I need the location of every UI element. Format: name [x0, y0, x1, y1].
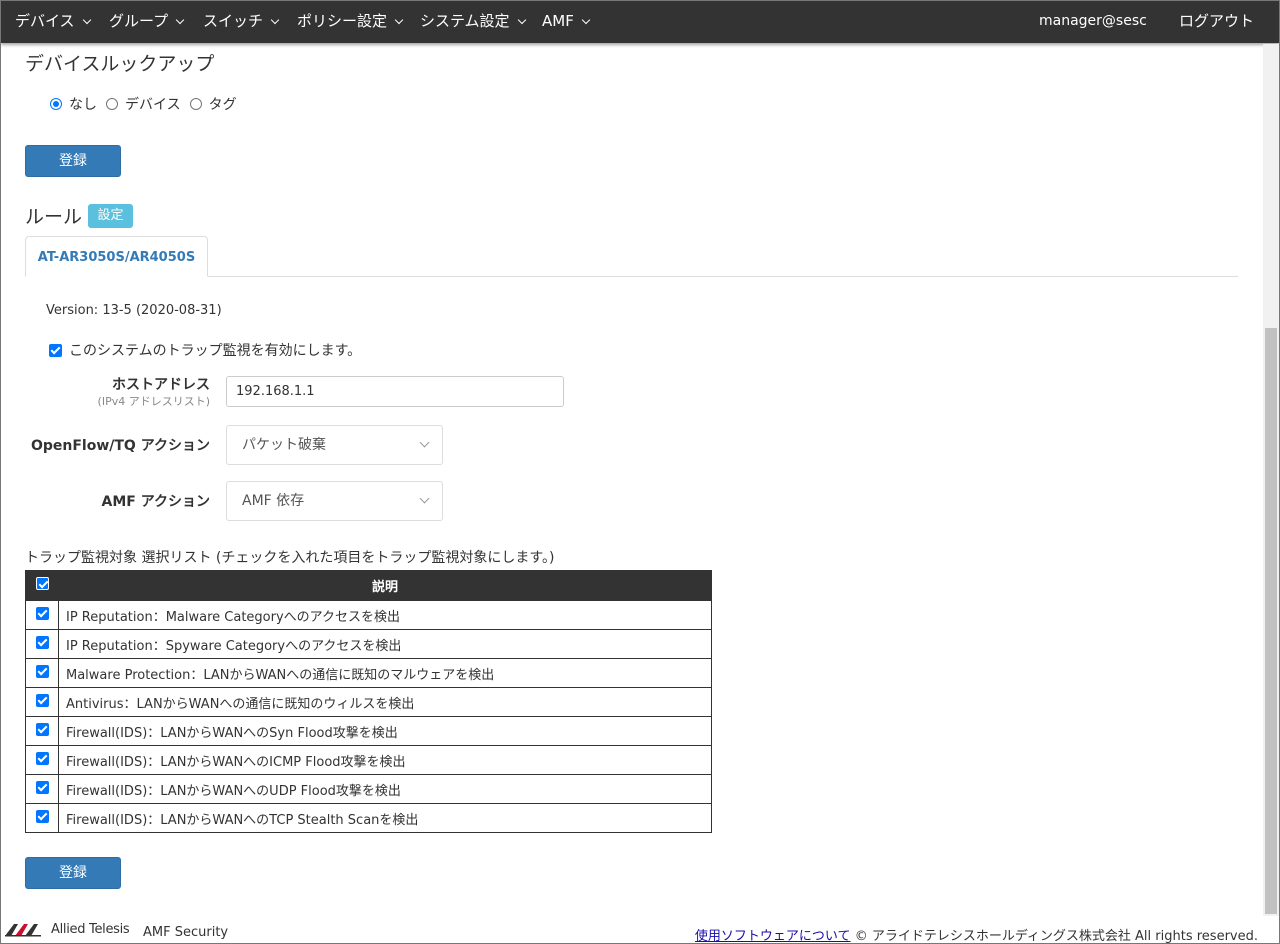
- chevron-down-icon: [82, 15, 91, 25]
- nav-user[interactable]: manager@sesc: [1039, 1, 1147, 43]
- row-checkbox[interactable]: [35, 809, 49, 823]
- trap-target-table: 説明 IP Reputation：Malware Categoryへのアクセスを…: [25, 570, 712, 833]
- row-checkbox-cell: [25, 687, 59, 717]
- row-description: IP Reputation：Malware Categoryへのアクセスを検出: [58, 600, 712, 630]
- scrollbar-thumb[interactable]: [1265, 328, 1277, 914]
- row-checkbox-cell: [25, 600, 59, 630]
- row-description: Firewall(IDS)：LANからWANへのSyn Flood攻撃を検出: [58, 716, 712, 746]
- row-description: IP Reputation：Spyware Categoryへのアクセスを検出: [58, 629, 712, 659]
- lookup-register-button[interactable]: 登録: [25, 145, 121, 177]
- enable-trap-label[interactable]: このシステムのトラップ監視を有効にします。: [69, 340, 361, 360]
- row-checkbox[interactable]: [35, 751, 49, 765]
- chevron-down-icon: [419, 437, 430, 448]
- nav-groups[interactable]: グループ: [109, 1, 185, 43]
- table-row: Malware Protection：LANからWANへの通信に既知のマルウェア…: [25, 658, 712, 688]
- select-all-checkbox[interactable]: [35, 577, 49, 590]
- description-header: 説明: [58, 570, 712, 601]
- row-checkbox-cell: [25, 658, 59, 688]
- row-description: Firewall(IDS)：LANからWANへのICMP Flood攻撃を検出: [58, 745, 712, 775]
- allied-telesis-logo-icon: [5, 923, 41, 936]
- chevron-down-icon: [419, 493, 430, 504]
- logout-link[interactable]: ログアウト: [1179, 1, 1254, 43]
- row-description: Firewall(IDS)：LANからWANへのTCP Stealth Scan…: [58, 803, 712, 833]
- rules-title: ルール: [25, 206, 83, 228]
- copyright-text: © アライドテレシスホールディングス株式会社 All rights reserv…: [854, 929, 1258, 944]
- radio-tag-label[interactable]: タグ: [209, 94, 237, 114]
- row-description: Antivirus：LANからWANへの通信に既知のウィルスを検出: [58, 687, 712, 717]
- nav-system-settings[interactable]: システム設定: [420, 1, 526, 43]
- tab-ar3050s-ar4050s[interactable]: AT-AR3050S/AR4050S: [25, 236, 208, 277]
- radio-none[interactable]: [50, 98, 62, 110]
- row-checkbox-cell: [25, 803, 59, 833]
- footer-brand: Allied Telesis: [51, 922, 130, 937]
- device-lookup-options: なし デバイス タグ: [50, 94, 246, 114]
- row-checkbox[interactable]: [35, 606, 49, 620]
- nav-policy-settings[interactable]: ポリシー設定: [297, 1, 404, 43]
- radio-none-label[interactable]: なし: [69, 94, 97, 114]
- host-address-input[interactable]: 192.168.1.1: [226, 376, 564, 407]
- device-lookup-title: デバイスルックアップ: [25, 53, 215, 75]
- tab-divider: [208, 276, 1238, 277]
- version-text: Version: 13-5 (2020-08-31): [46, 303, 222, 318]
- enable-trap-checkbox[interactable]: [49, 343, 62, 357]
- row-checkbox[interactable]: [35, 693, 49, 707]
- trap-list-caption: トラップ監視対象 選択リスト (チェックを入れた項目をトラップ監視対象にします。…: [25, 550, 555, 566]
- host-address-label: ホストアドレス: [112, 377, 210, 393]
- table-header-row: 説明: [25, 570, 712, 601]
- footer-right: 使用ソフトウェアについて © アライドテレシスホールディングス株式会社 All …: [695, 925, 1258, 944]
- chevron-down-icon: [270, 15, 280, 25]
- row-checkbox[interactable]: [35, 780, 49, 794]
- row-checkbox-cell: [25, 745, 59, 775]
- table-row: Firewall(IDS)：LANからWANへのTCP Stealth Scan…: [25, 803, 712, 833]
- chevron-down-icon: [581, 15, 591, 25]
- amf-action-value: AMF 依存: [242, 493, 305, 509]
- table-row: Firewall(IDS)：LANからWANへのUDP Flood攻撃を検出: [25, 774, 712, 804]
- enable-trap-row: このシステムのトラップ監視を有効にします。: [49, 340, 361, 360]
- rules-register-button[interactable]: 登録: [25, 857, 121, 889]
- radio-device-label[interactable]: デバイス: [125, 94, 181, 114]
- rules-settings-button[interactable]: 設定: [88, 204, 133, 228]
- nav-switches[interactable]: スイッチ: [203, 1, 280, 43]
- amf-action-label: AMF アクション: [101, 494, 210, 510]
- host-address-sublabel: (IPv4 アドレスリスト): [97, 395, 210, 408]
- radio-tag[interactable]: [189, 98, 202, 110]
- radio-device[interactable]: [106, 98, 118, 110]
- openflow-action-label: OpenFlow/TQ アクション: [30, 438, 210, 454]
- table-row: IP Reputation：Spyware Categoryへのアクセスを検出: [25, 629, 712, 659]
- openflow-action-value: パケット破棄: [242, 437, 326, 453]
- footer-product: AMF Security: [143, 925, 229, 940]
- select-all-cell: [25, 570, 59, 601]
- chevron-down-icon: [175, 15, 185, 25]
- table-row: Antivirus：LANからWANへの通信に既知のウィルスを検出: [25, 687, 712, 717]
- row-description: Firewall(IDS)：LANからWANへのUDP Flood攻撃を検出: [58, 774, 712, 804]
- nav-devices[interactable]: デバイス: [15, 1, 91, 43]
- row-checkbox[interactable]: [35, 664, 49, 678]
- table-row: Firewall(IDS)：LANからWANへのICMP Flood攻撃を検出: [25, 745, 712, 775]
- amf-action-select[interactable]: AMF 依存: [226, 481, 443, 521]
- openflow-action-select[interactable]: パケット破棄: [226, 425, 443, 465]
- chevron-down-icon: [394, 15, 404, 25]
- software-info-link[interactable]: 使用ソフトウェアについて: [695, 929, 851, 944]
- table-row: IP Reputation：Malware Categoryへのアクセスを検出: [25, 600, 712, 630]
- row-checkbox-cell: [25, 716, 59, 746]
- allied-telesis-logo: Allied Telesis: [5, 922, 130, 937]
- row-checkbox[interactable]: [35, 635, 49, 649]
- table-row: Firewall(IDS)：LANからWANへのSyn Flood攻撃を検出: [25, 716, 712, 746]
- chevron-down-icon: [517, 15, 526, 25]
- nav-amf[interactable]: AMF: [542, 1, 591, 43]
- top-nav: デバイス グループ スイッチ ポリシー設定 システム設定 AMF manager…: [1, 1, 1279, 43]
- row-checkbox[interactable]: [35, 722, 49, 736]
- row-checkbox-cell: [25, 629, 59, 659]
- row-description: Malware Protection：LANからWANへの通信に既知のマルウェア…: [58, 658, 712, 688]
- row-checkbox-cell: [25, 774, 59, 804]
